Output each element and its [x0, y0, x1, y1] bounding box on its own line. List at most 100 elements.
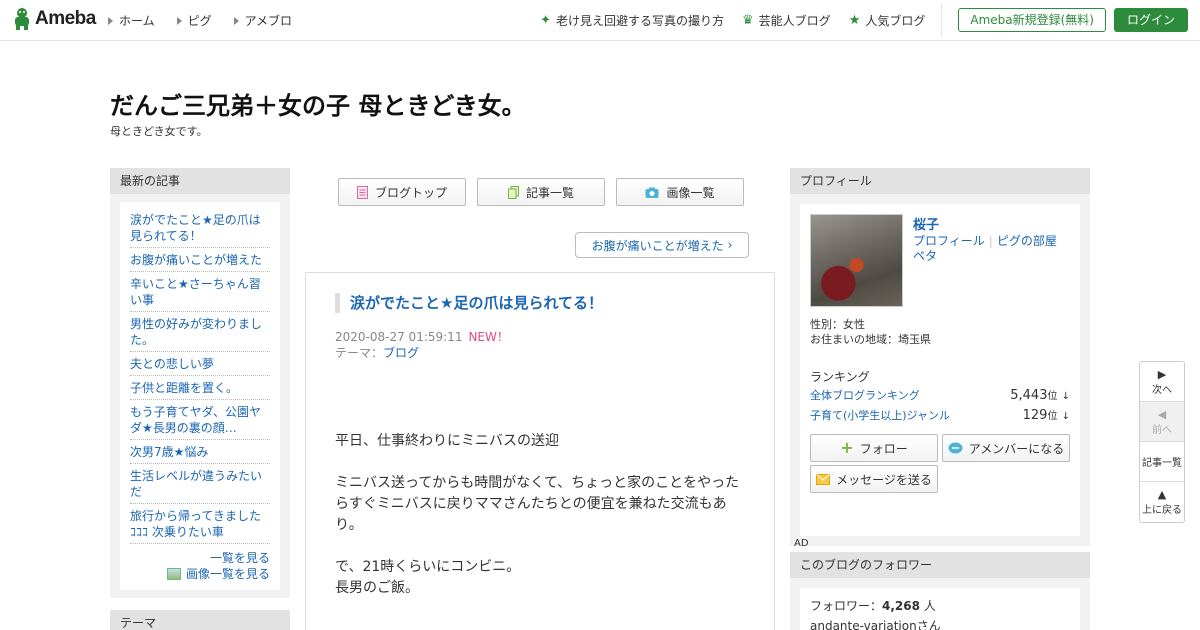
- link-separator: |: [988, 234, 993, 248]
- ameba-mascot-icon: [15, 8, 29, 30]
- list-item[interactable]: 男性の好みが変わりました。: [130, 312, 270, 352]
- copy-icon: [507, 185, 519, 199]
- ranking-genre-link[interactable]: 子育て(小学生以上)ジャンル: [810, 407, 950, 423]
- prev-page-label: 前へ: [1152, 424, 1172, 436]
- amember-button[interactable]: アメンバーになる: [942, 434, 1070, 462]
- blog-description: 母ときどき女です。: [110, 125, 208, 138]
- ranking-overall-link[interactable]: 全体ブログランキング: [810, 387, 920, 403]
- nav-home[interactable]: ホーム: [108, 12, 155, 29]
- trend-down-icon: ↓: [1061, 411, 1070, 422]
- envelope-icon: [816, 473, 831, 485]
- article-title[interactable]: 涙がでたこと★足の爪は見られてる！: [335, 293, 745, 313]
- play-icon: ▶: [1157, 367, 1167, 381]
- header-divider: [941, 3, 943, 37]
- link-celebrity-blog-label: 芸能人ブログ: [758, 13, 831, 28]
- link-photo-tips-label: 老け見え回避する写真の撮り方: [556, 13, 725, 28]
- link-popular-blog-label: 人気ブログ: [865, 13, 926, 28]
- pigg-room-link[interactable]: ピグの部屋: [997, 234, 1057, 248]
- logo-text: Ameba: [35, 8, 96, 29]
- tab-article-list[interactable]: 記事一覧: [477, 178, 605, 206]
- triangle-right-icon: [108, 16, 113, 25]
- nav-amebro-label: アメブロ: [244, 14, 293, 28]
- list-item[interactable]: 子供と距離を置く。: [130, 376, 270, 400]
- profile-heading: プロフィール: [790, 168, 1090, 194]
- ranking-overall-value: 5,443位 ↓: [1010, 387, 1070, 403]
- profile-gender: 性別：女性: [810, 318, 865, 331]
- profile-name[interactable]: 桜子: [913, 214, 939, 233]
- peta-link[interactable]: ペタ: [913, 249, 937, 263]
- theme-box: テーマ: [110, 610, 290, 630]
- crown-icon: ♛: [742, 12, 754, 28]
- see-all-articles-link[interactable]: 一覧を見る: [130, 550, 270, 566]
- followers-body: フォロワー：4,268 人 andante-variationさん: [790, 578, 1090, 630]
- list-item[interactable]: もう子育てヤダ、公園ヤダ★長男の裏の顔…: [130, 400, 270, 440]
- tab-blog-top-label: ブログトップ: [374, 185, 447, 200]
- follower-count-label: フォロワー：: [810, 599, 883, 613]
- login-button[interactable]: ログイン: [1113, 8, 1188, 32]
- article-list-button[interactable]: 記事一覧: [1140, 442, 1184, 482]
- link-popular-blog[interactable]: ★ 人気ブログ: [849, 12, 926, 29]
- send-message-button[interactable]: メッセージを送る: [810, 465, 938, 493]
- list-item[interactable]: 生活レベルが違うみたいだ: [130, 464, 270, 504]
- profile-body: 桜子 プロフィール | ピグの部屋 ペタ 性別：女性 お住まいの地域：埼玉県 ランキ…: [790, 194, 1090, 546]
- tab-image-list[interactable]: 画像一覧: [616, 178, 744, 206]
- ranking-row: 全体ブログランキング 5,443位 ↓: [810, 387, 1070, 403]
- nav-amebro[interactable]: アメブロ: [233, 12, 293, 29]
- blog-title[interactable]: だんご三兄弟＋女の子 母ときどき女。: [110, 86, 526, 121]
- send-message-label: メッセージを送る: [836, 472, 932, 487]
- ranking-heading: ランキング: [810, 370, 870, 384]
- recent-articles-body: 涙がでたこと★足の爪は見られてる！ お腹が痛いことが増えた 辛いこと★さーちゃん…: [110, 194, 290, 598]
- follow-button[interactable]: + フォロー: [810, 434, 938, 462]
- blog-tabs: ブログトップ 記事一覧 画像一覧: [338, 178, 744, 206]
- list-item[interactable]: 辛いこと★さーちゃん習い事: [130, 272, 270, 312]
- followers-box: このブログのフォロワー: [790, 552, 1090, 578]
- follower-name-link[interactable]: andante-variationさん: [810, 619, 941, 630]
- list-item[interactable]: 涙がでたこと★足の爪は見られてる！: [130, 208, 270, 248]
- profile-link[interactable]: プロフィール: [913, 234, 985, 248]
- article-paragraph: ミニバス送ってからも時間がなくて、ちょっと家のことをやったらすぐミニバスに戻りマ…: [335, 475, 740, 533]
- link-celebrity-blog[interactable]: ♛ 芸能人ブログ: [742, 12, 831, 29]
- ameba-logo[interactable]: Ameba: [12, 7, 96, 31]
- image-icon: [166, 568, 181, 580]
- list-item[interactable]: 次男7歳★悩み: [130, 440, 270, 464]
- header-right: ✦ 老け見え回避する写真の撮り方 ♛ 芸能人ブログ ★ 人気ブログ Ameba新規登録…: [522, 3, 1188, 37]
- next-article-link[interactable]: お腹が痛いことが増えた ›: [575, 232, 749, 258]
- ranking-row: 子育て(小学生以上)ジャンル 129位 ↓: [810, 407, 1070, 423]
- tab-image-list-label: 画像一覧: [666, 185, 715, 200]
- avatar[interactable]: [810, 214, 903, 307]
- next-page-label: 次へ: [1152, 384, 1172, 396]
- profile-links: プロフィール | ピグの部屋 ペタ: [913, 234, 1063, 264]
- follow-label: フォロー: [859, 441, 908, 456]
- nav-pigg[interactable]: ピグ: [176, 12, 212, 29]
- document-icon: [356, 185, 368, 199]
- triangle-right-icon: [176, 16, 182, 25]
- list-item[interactable]: 夫との悲しい夢: [130, 352, 270, 376]
- profile-inner: 桜子 プロフィール | ピグの部屋 ペタ 性別：女性 お住まいの地域：埼玉県 ランキ…: [800, 204, 1080, 536]
- see-images-label: 画像一覧を見る: [185, 567, 270, 581]
- side-pager: ▶ 次へ ◀ 前へ 記事一覧 ▲ 上に戻る: [1139, 361, 1185, 523]
- next-page-button[interactable]: ▶ 次へ: [1140, 362, 1184, 402]
- list-item[interactable]: 旅行から帰ってきました ｺｺｺ 次乗りたい車: [130, 504, 270, 544]
- tab-blog-top[interactable]: ブログトップ: [338, 178, 466, 206]
- article-date: 2020-08-27 01:59:11: [335, 330, 463, 344]
- followers-heading: このブログのフォロワー: [790, 552, 1090, 578]
- profile-info: 性別：女性 お住まいの地域：埼玉県: [810, 317, 931, 347]
- amember-label: アメンバーになる: [968, 441, 1065, 456]
- theme-label: テーマ：: [335, 346, 384, 360]
- follower-count: フォロワー：4,268 人: [810, 596, 1070, 616]
- prev-page-button[interactable]: ◀ 前へ: [1140, 402, 1184, 442]
- article-theme-link[interactable]: ブログ: [383, 346, 419, 360]
- article-paragraph: で、21時くらいにコンビニ。 長男のご飯。: [335, 559, 521, 596]
- star-icon: ★: [848, 12, 861, 28]
- register-button[interactable]: Ameba新規登録(無料): [958, 8, 1106, 32]
- link-photo-tips[interactable]: ✦ 老け見え回避する写真の撮り方: [540, 12, 724, 29]
- article-meta: 2020-08-27 01:59:11 NEW！ テーマ：ブログ: [335, 329, 745, 361]
- rank-unit: 位: [1047, 411, 1058, 422]
- see-images-link[interactable]: 画像一覧を見る: [130, 566, 270, 582]
- new-badge: NEW！: [468, 330, 509, 344]
- tab-article-list-label: 記事一覧: [525, 185, 574, 200]
- back-to-top-button[interactable]: ▲ 上に戻る: [1140, 482, 1184, 522]
- list-item[interactable]: お腹が痛いことが増えた: [130, 248, 270, 272]
- speech-bubble-icon: [948, 442, 963, 453]
- article: 涙がでたこと★足の爪は見られてる！ 2020-08-27 01:59:11 NEW…: [305, 272, 775, 630]
